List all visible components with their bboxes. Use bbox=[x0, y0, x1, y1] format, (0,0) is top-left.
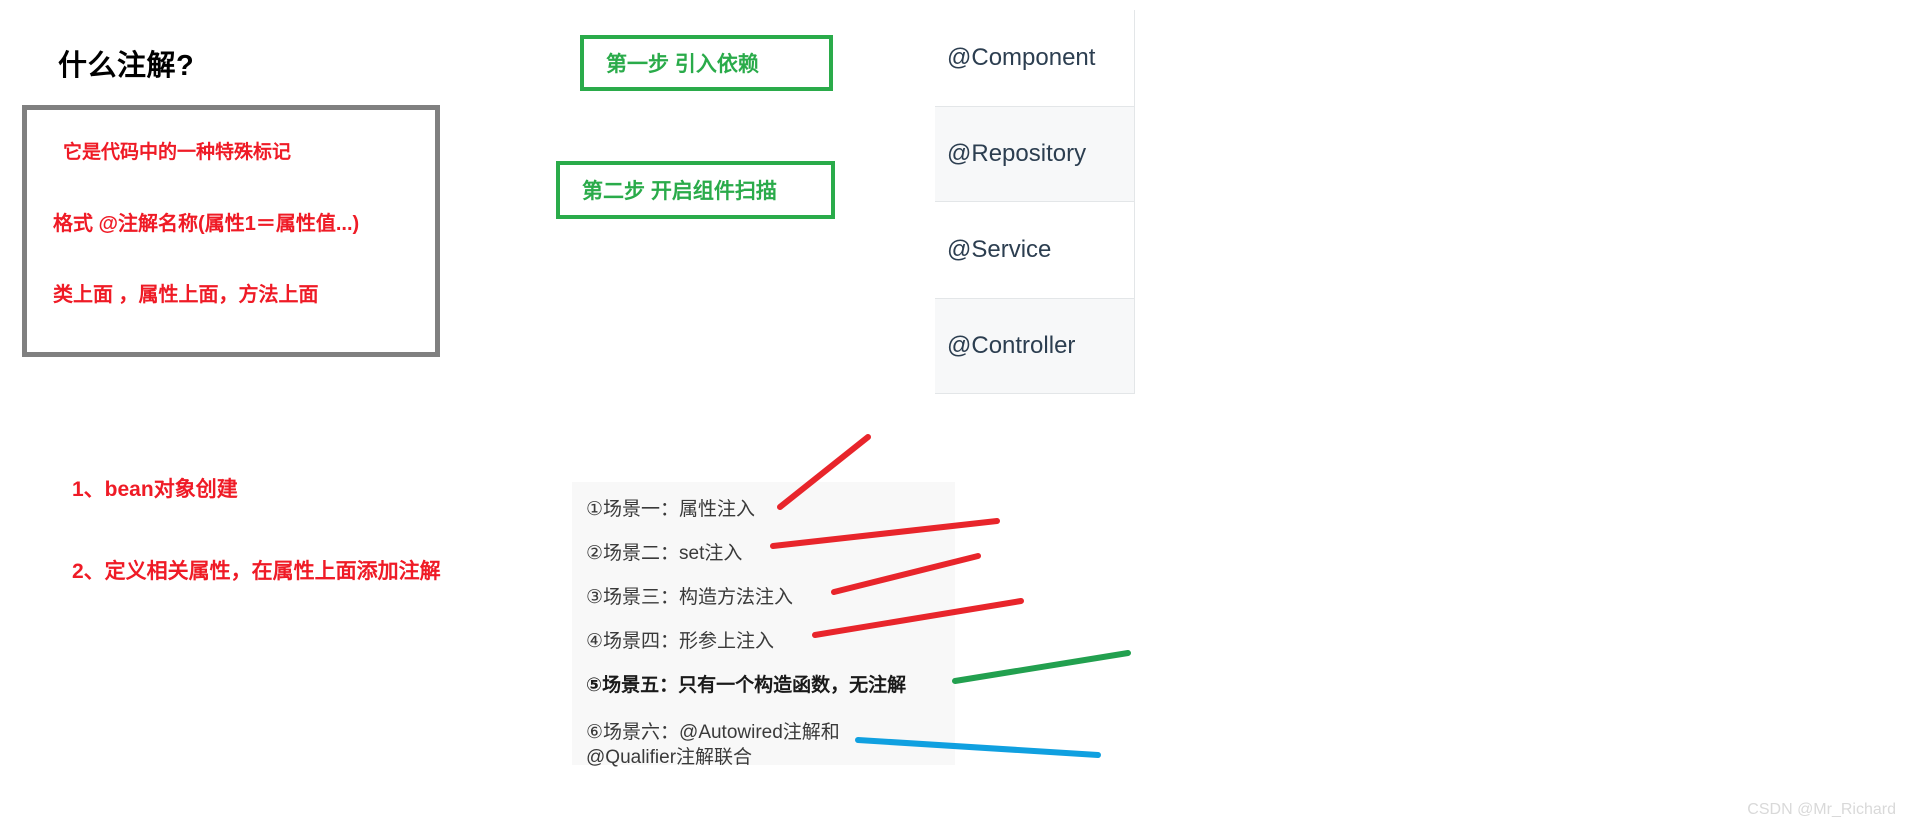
step-box-two: 第二步 开启组件扫描 bbox=[556, 161, 835, 219]
scenario-item-6: ⑥场景六：@Autowired注解和@Qualifier注解联合 bbox=[586, 721, 840, 769]
definition-box: 它是代码中的一种特殊标记 格式 @注解名称(属性1＝属性值...) 类上面 ，属… bbox=[22, 105, 440, 357]
scenario-item-5: ⑤场景五：只有一个构造函数，无注解 bbox=[586, 674, 907, 696]
table-row: @Component bbox=[935, 10, 1134, 106]
scenario-item-2: ②场景二：set注入 bbox=[586, 542, 743, 564]
definition-line-positions: 类上面 ，属性上面，方法上面 bbox=[53, 284, 319, 306]
step-one-label: 第一步 引入依赖 bbox=[606, 53, 759, 76]
step-box-one: 第一步 引入依赖 bbox=[580, 35, 833, 91]
page-title: 什么注解? bbox=[58, 50, 195, 82]
definition-line-format: 格式 @注解名称(属性1＝属性值...) bbox=[53, 213, 360, 235]
watermark: CSDN @Mr_Richard bbox=[1747, 801, 1896, 818]
step-two-label: 第二步 开启组件扫描 bbox=[582, 180, 777, 203]
annotation-label: @Controller bbox=[947, 332, 1076, 359]
scenario-item-1: ①场景一：属性注入 bbox=[586, 499, 756, 520]
scenario-panel: ①场景一：属性注入 ②场景二：set注入 ③场景三：构造方法注入 ④场景四：形参… bbox=[572, 482, 955, 768]
definition-line-meaning: 它是代码中的一种特殊标记 bbox=[63, 142, 292, 163]
scenario-item-4: ④场景四：形参上注入 bbox=[586, 630, 775, 652]
annotation-label: @Repository bbox=[947, 140, 1087, 167]
slide-canvas: 什么注解? 它是代码中的一种特殊标记 格式 @注解名称(属性1＝属性值...) … bbox=[0, 0, 1912, 833]
red-note-bean-creation: 1、bean对象创建 bbox=[72, 478, 238, 501]
annotation-label: @Service bbox=[947, 236, 1052, 263]
table-row: @Controller bbox=[935, 298, 1134, 394]
table-row: @Service bbox=[935, 202, 1134, 298]
red-note-property-annotation: 2、定义相关属性，在属性上面添加注解 bbox=[72, 560, 441, 583]
scenario-item-3: ③场景三：构造方法注入 bbox=[586, 586, 794, 608]
annotation-table: @Component @Repository @Service @Control… bbox=[935, 10, 1135, 394]
pointer-line-scenario-5 bbox=[952, 650, 1131, 684]
table-row: @Repository bbox=[935, 106, 1134, 202]
annotation-label: @Component bbox=[947, 44, 1096, 71]
